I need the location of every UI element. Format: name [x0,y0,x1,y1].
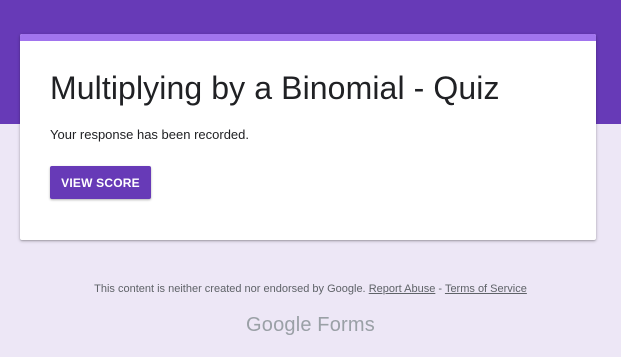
confirmation-message: Your response has been recorded. [50,127,249,142]
google-forms-logo: Google Forms [0,314,621,337]
view-score-button[interactable]: VIEW SCORE [50,166,151,199]
footer-separator: - [438,283,443,295]
footer-disclaimer: This content is neither created nor endo… [0,283,621,295]
form-title: Multiplying by a Binomial - Quiz [50,70,500,106]
card-accent-bar [20,34,596,41]
terms-of-service-link[interactable]: Terms of Service [445,283,527,295]
brand-google: Google [246,314,312,336]
report-abuse-link[interactable]: Report Abuse [369,283,436,295]
disclaimer-text: This content is neither created nor endo… [94,283,366,295]
confirmation-card: Multiplying by a Binomial - Quiz Your re… [20,34,596,240]
brand-forms: Forms [317,314,375,336]
